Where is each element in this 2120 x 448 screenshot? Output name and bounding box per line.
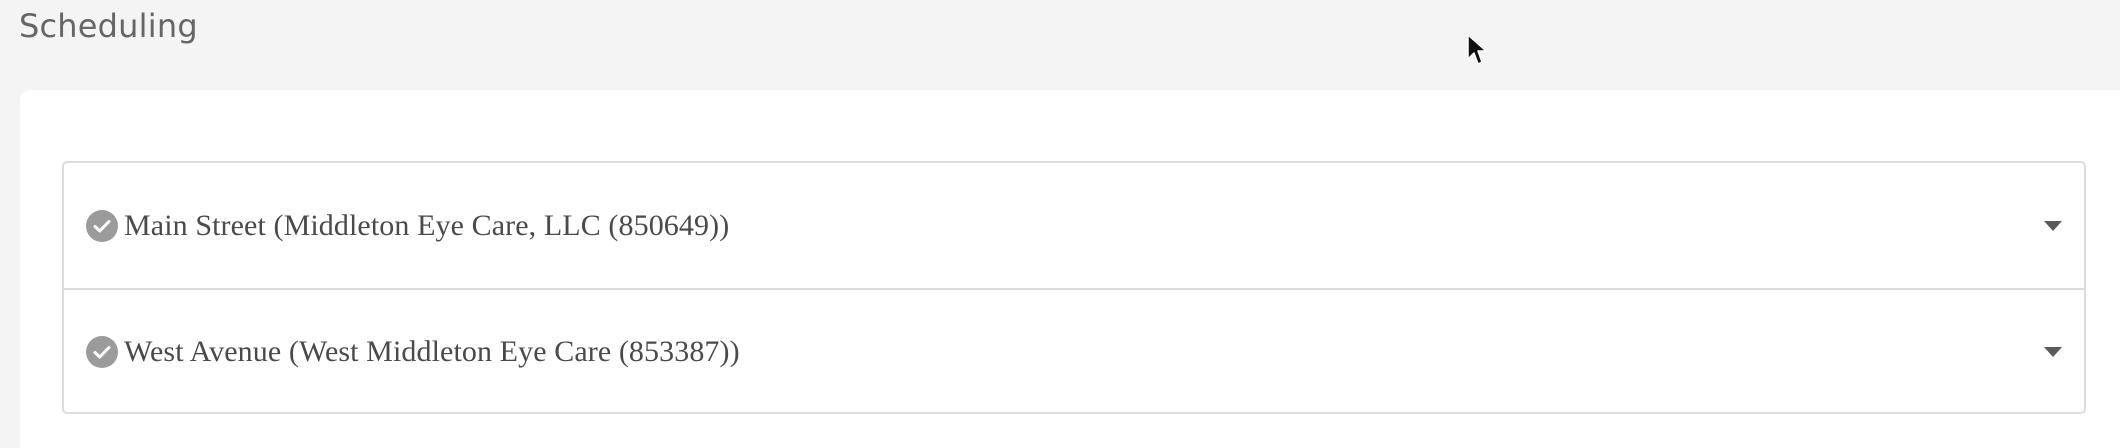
location-item-main-street[interactable]: Main Street (Middleton Eye Care, LLC (85…	[64, 163, 2084, 288]
location-item-west-avenue[interactable]: West Avenue (West Middleton Eye Care (85…	[64, 288, 2084, 413]
location-label: Main Street (Middleton Eye Care, LLC (85…	[124, 208, 730, 242]
caret-down-icon[interactable]	[2044, 346, 2062, 357]
check-circle-icon	[86, 209, 118, 242]
page-title: Scheduling	[19, 7, 198, 45]
caret-down-icon[interactable]	[2044, 220, 2062, 231]
locations-accordion: Main Street (Middleton Eye Care, LLC (85…	[62, 161, 2086, 414]
check-circle-icon	[86, 335, 118, 368]
location-label: West Avenue (West Middleton Eye Care (85…	[124, 334, 740, 368]
mouse-cursor-icon	[1467, 34, 1487, 65]
